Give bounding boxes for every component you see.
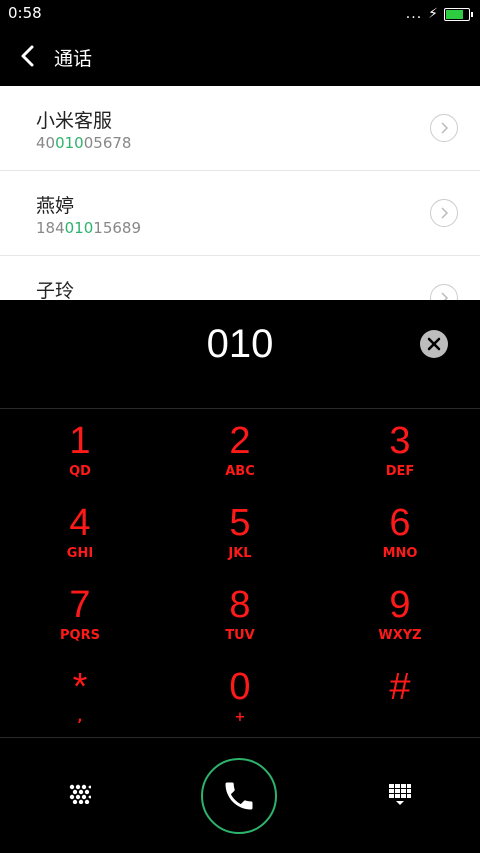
contact-number: 4001005678	[36, 134, 132, 152]
key-6[interactable]: 6 MNO	[320, 491, 480, 573]
contact-name: 子玲	[36, 280, 75, 300]
key-0[interactable]: 0 +	[160, 655, 320, 737]
key-5[interactable]: 5 JKL	[160, 491, 320, 573]
bottom-bar	[0, 738, 480, 853]
key-9[interactable]: 9 WXYZ	[320, 573, 480, 655]
contact-row[interactable]: 子玲	[0, 256, 480, 300]
signal-dots-icon: ...	[405, 6, 423, 22]
keypad: 1 QD 2 ABC 3 DEF 4 GHI 5 JKL 6 MNO 7 PQR…	[0, 409, 480, 737]
header: 通话	[0, 28, 480, 86]
dial-display: 010	[0, 300, 480, 408]
contact-name: 小米客服	[36, 110, 113, 132]
dots-grid-icon[interactable]	[69, 784, 92, 808]
status-time: 0:58	[8, 4, 42, 22]
key-7[interactable]: 7 PQRS	[0, 573, 160, 655]
status-bar: 0:58 ... ⚡	[0, 0, 480, 28]
key-1[interactable]: 1 QD	[0, 409, 160, 491]
keypad-hide-icon[interactable]	[389, 784, 411, 810]
phone-icon	[225, 782, 253, 810]
key-star[interactable]: * ,	[0, 655, 160, 737]
key-4[interactable]: 4 GHI	[0, 491, 160, 573]
dialed-number: 010	[206, 322, 274, 366]
key-2[interactable]: 2 ABC	[160, 409, 320, 491]
contact-number: 18401015689	[36, 219, 141, 237]
call-button[interactable]	[201, 758, 277, 834]
contact-suggestion-list: 小米客服 4001005678 燕婷 18401015689 子玲	[0, 86, 480, 300]
key-hash[interactable]: #	[320, 655, 480, 737]
contact-name: 燕婷	[36, 195, 75, 217]
back-icon[interactable]	[18, 44, 40, 68]
charging-icon: ⚡	[428, 6, 438, 22]
contact-detail-chevron-icon[interactable]	[430, 199, 458, 227]
page-title: 通话	[54, 48, 93, 70]
key-3[interactable]: 3 DEF	[320, 409, 480, 491]
status-icons: ... ⚡	[405, 6, 473, 22]
key-8[interactable]: 8 TUV	[160, 573, 320, 655]
battery-icon	[444, 7, 473, 21]
contact-detail-chevron-icon[interactable]	[430, 114, 458, 142]
contact-row[interactable]: 燕婷 18401015689	[0, 171, 480, 256]
clear-icon[interactable]	[420, 330, 448, 358]
contact-detail-chevron-icon[interactable]	[430, 284, 458, 300]
contact-row[interactable]: 小米客服 4001005678	[0, 86, 480, 171]
